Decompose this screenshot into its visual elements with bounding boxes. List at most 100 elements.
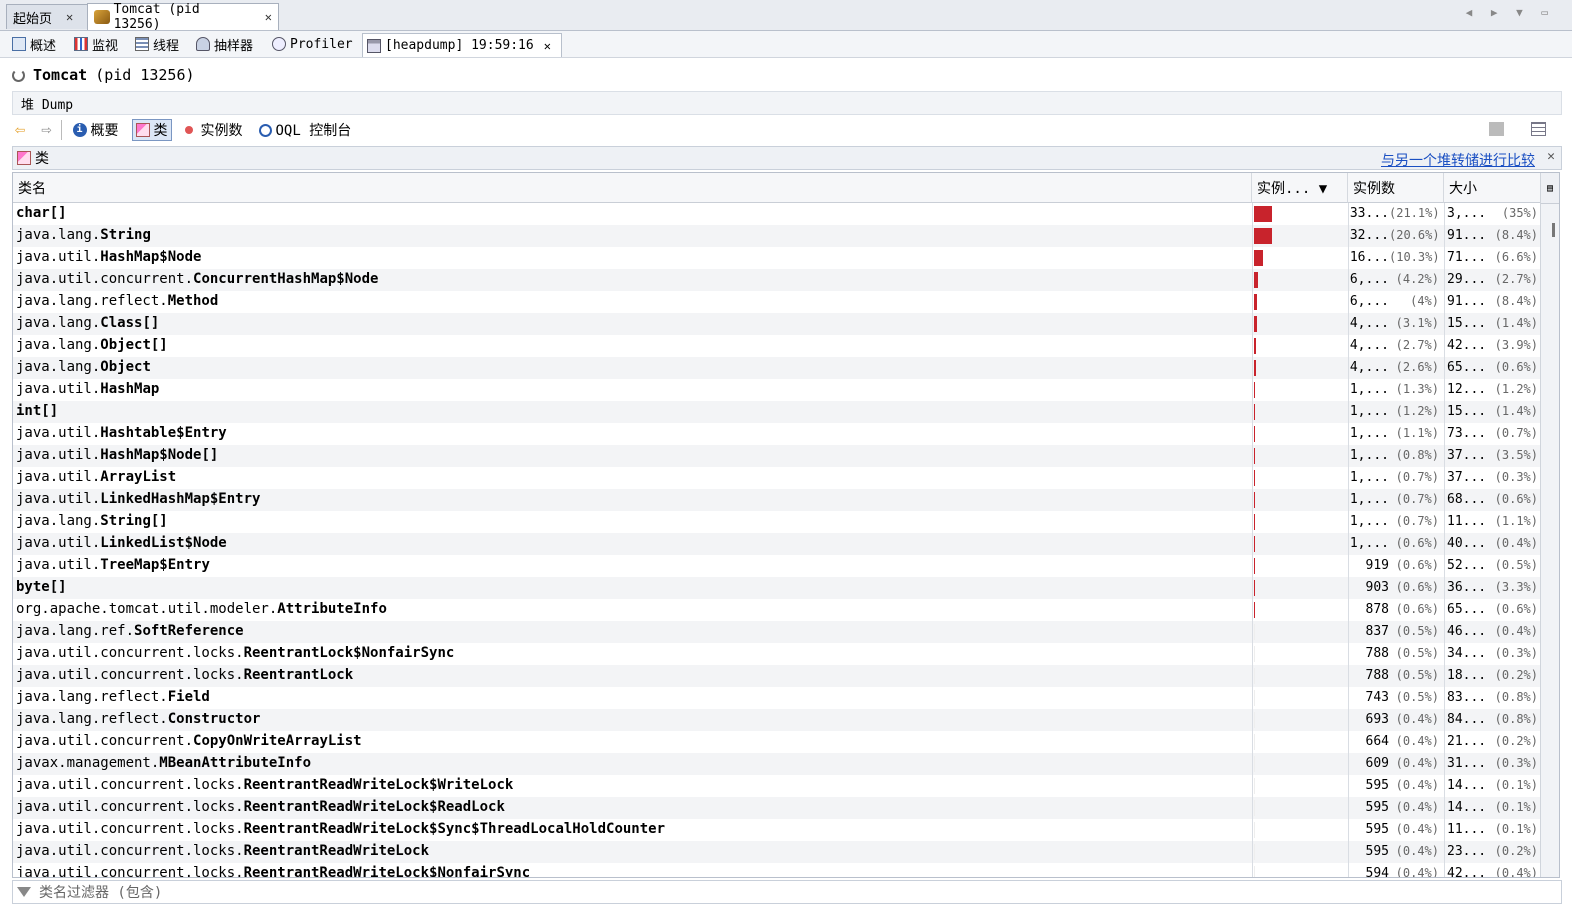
table-row[interactable]: java.lang.String[] 1,... (0.7%) 11... (1.1%) <box>13 511 1541 533</box>
tab-heapdump[interactable]: [heapdump] 19:59:16 ✕ <box>362 33 562 57</box>
back-button[interactable]: ⇦ <box>12 119 28 141</box>
table-row[interactable]: byte[] 903 (0.6%) 36... (3.3%) <box>13 577 1541 599</box>
instance-percent: (2.7%) <box>1395 338 1439 352</box>
instance-count: 4,... <box>1349 338 1389 353</box>
tab-start-page[interactable]: 起始页 ✕ <box>6 4 88 29</box>
class-name-cell: java.lang.Class[] <box>16 315 159 331</box>
table-row[interactable]: java.util.TreeMap$Entry 919 (0.6%) 52... (0.… <box>13 555 1541 577</box>
instances-bar <box>1254 602 1255 618</box>
table-row[interactable]: java.util.concurrent.locks.ReentrantLock… <box>13 643 1541 665</box>
column-header-class-name[interactable]: 类名 <box>13 173 1252 203</box>
class-simple-name: String <box>100 227 151 243</box>
table-row[interactable]: java.util.concurrent.locks.ReentrantLock… <box>13 665 1541 687</box>
export-icon[interactable] <box>1531 122 1546 136</box>
close-icon[interactable]: ✕ <box>66 10 73 24</box>
table-row[interactable]: org.apache.tomcat.util.modeler.Attribute… <box>13 599 1541 621</box>
size-percent: (0.1%) <box>1494 800 1538 814</box>
tab-monitor[interactable]: 监视 <box>70 33 122 55</box>
scrollbar-thumb[interactable] <box>1552 223 1555 237</box>
tab-sampler[interactable]: 抽样器 <box>192 33 257 55</box>
table-row[interactable]: java.lang.Class[] 4,... (3.1%) 15... (1.4%) <box>13 313 1541 335</box>
tab-label: Tomcat (pid 13256) <box>113 2 200 32</box>
close-icon[interactable]: ✕ <box>1547 149 1555 164</box>
column-divider <box>1348 203 1349 877</box>
class-name-filter[interactable]: 类名过滤器 (包含) <box>12 880 1562 904</box>
instances-bar <box>1254 470 1255 486</box>
instance-percent: (0.4%) <box>1395 734 1439 748</box>
instance-count: 878 <box>1365 602 1389 617</box>
oql-console-button[interactable]: OQL 控制台 <box>256 119 355 141</box>
table-row[interactable]: int[] 1,... (1.2%) 15... (1.4%) <box>13 401 1541 423</box>
class-name-cell: java.util.concurrent.locks.ReentrantLock <box>16 667 353 683</box>
size-percent: (1.4%) <box>1494 404 1538 418</box>
table-row[interactable]: java.util.concurrent.ConcurrentHashMap$N… <box>13 269 1541 291</box>
instance-count: 903 <box>1365 580 1389 595</box>
table-row[interactable]: java.lang.ref.SoftReference 837 (0.5%) 46..… <box>13 621 1541 643</box>
column-label: 类名 <box>18 180 46 197</box>
class-name-cell: java.lang.String[] <box>16 513 168 529</box>
class-simple-name: Method <box>167 293 219 309</box>
instance-dot-icon <box>184 126 193 134</box>
save-icon[interactable] <box>1489 122 1504 136</box>
vertical-scrollbar[interactable]: ▤ <box>1540 173 1559 877</box>
table-row[interactable]: java.lang.reflect.Method 6,... (4%) 91... (8… <box>13 291 1541 313</box>
size-percent: (0.2%) <box>1494 844 1538 858</box>
filter-input[interactable]: 类名过滤器 (包含) <box>39 882 162 902</box>
tab-scroll-arrows[interactable]: ◀ ▶ ▼ ▭ <box>1466 6 1554 19</box>
tab-overview[interactable]: 概述 <box>8 33 60 55</box>
column-header-instances-bar[interactable]: 实例... ▼ <box>1252 173 1348 203</box>
table-row[interactable]: java.util.HashMap$Node 16... (10.3%) 71... (… <box>13 247 1541 269</box>
compare-heap-dump-link[interactable]: 与另一个堆转储进行比较 <box>1381 150 1535 170</box>
table-row[interactable]: javax.management.MBeanAttributeInfo 609 (0… <box>13 753 1541 775</box>
instances-bar <box>1254 448 1255 464</box>
package-name: java.util.concurrent.locks. <box>16 667 244 683</box>
class-name-cell: java.util.ArrayList <box>16 469 176 485</box>
table-row[interactable]: java.util.HashMap$Node[] 1,... (0.8%) 37...… <box>13 445 1541 467</box>
table-row[interactable]: java.lang.reflect.Constructor 693 (0.4%) 84… <box>13 709 1541 731</box>
tab-profiler[interactable]: Profiler <box>268 33 357 55</box>
close-icon[interactable]: ✕ <box>544 39 551 53</box>
size-percent: (8.4%) <box>1494 294 1538 308</box>
size-value: 14... <box>1447 778 1487 793</box>
table-row[interactable]: java.util.concurrent.locks.ReentrantRead… <box>13 819 1541 841</box>
class-name-cell: java.util.LinkedHashMap$Entry <box>16 491 260 507</box>
instance-percent: (0.6%) <box>1395 536 1439 550</box>
instances-button[interactable]: 实例数 <box>182 119 246 141</box>
tab-tomcat[interactable]: Tomcat (pid 13256) ✕ <box>87 2 279 32</box>
summary-button[interactable]: i 概要 <box>70 119 122 141</box>
table-row[interactable]: java.lang.String 32... (20.6%) 91... (8.4%) <box>13 225 1541 247</box>
heap-dump-label-bar: 堆 Dump <box>12 91 1562 115</box>
classes-button[interactable]: 类 <box>131 119 172 141</box>
table-row[interactable]: java.util.concurrent.locks.ReentrantRead… <box>13 863 1541 877</box>
column-selector-icon[interactable]: ▤ <box>1541 173 1559 204</box>
table-row[interactable]: java.util.concurrent.locks.ReentrantRead… <box>13 775 1541 797</box>
table-row[interactable]: java.util.LinkedHashMap$Entry 1,... (0.7%)… <box>13 489 1541 511</box>
package-name: java.lang. <box>16 227 101 243</box>
class-simple-name: ReentrantReadWriteLock <box>243 843 430 859</box>
table-row[interactable]: java.util.ArrayList 1,... (0.7%) 37... (0.3%… <box>13 467 1541 489</box>
column-header-instances[interactable]: 实例数 <box>1348 173 1444 203</box>
column-header-size[interactable]: 大小 <box>1444 173 1541 203</box>
document-tab-bar: 起始页 ✕ Tomcat (pid 13256) ✕ ◀ ▶ ▼ ▭ <box>0 0 1572 32</box>
threads-icon <box>135 37 149 51</box>
instances-bar <box>1254 822 1255 838</box>
close-icon[interactable]: ✕ <box>265 10 272 24</box>
size-value: 29... <box>1447 272 1487 287</box>
table-row[interactable]: java.lang.reflect.Field 743 (0.5%) 83... (0.… <box>13 687 1541 709</box>
table-row[interactable]: char[] 33... (21.1%) 3,... (35%) <box>13 203 1541 225</box>
forward-button[interactable]: ⇨ <box>38 119 54 141</box>
table-row[interactable]: java.util.concurrent.locks.ReentrantRead… <box>13 841 1541 863</box>
instance-count: 693 <box>1365 712 1389 727</box>
table-row[interactable]: java.util.concurrent.CopyOnWriteArrayLis… <box>13 731 1541 753</box>
tab-threads[interactable]: 线程 <box>131 33 183 55</box>
table-row[interactable]: java.util.LinkedList$Node 1,... (0.6%) 40..… <box>13 533 1541 555</box>
instance-count: 609 <box>1365 756 1389 771</box>
size-percent: (0.5%) <box>1494 558 1538 572</box>
table-row[interactable]: java.util.Hashtable$Entry 1,... (1.1%) 73..… <box>13 423 1541 445</box>
class-name-cell: int[] <box>16 403 58 419</box>
table-row[interactable]: java.lang.Object[] 4,... (2.7%) 42... (3.9%) <box>13 335 1541 357</box>
table-row[interactable]: java.util.HashMap 1,... (1.3%) 12... (1.2%) <box>13 379 1541 401</box>
table-row[interactable]: java.lang.Object 4,... (2.6%) 65... (0.6%) <box>13 357 1541 379</box>
size-percent: (1.1%) <box>1494 514 1538 528</box>
table-row[interactable]: java.util.concurrent.locks.ReentrantRead… <box>13 797 1541 819</box>
